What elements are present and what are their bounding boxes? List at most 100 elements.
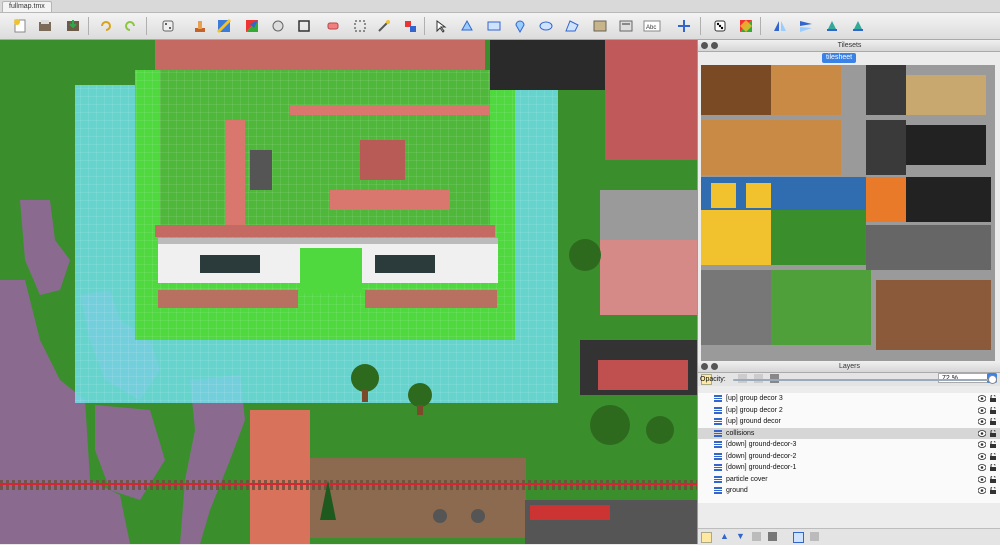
undo-icon[interactable]: [98, 18, 114, 34]
random-mode-icon[interactable]: [160, 18, 176, 34]
opacity-slider[interactable]: [733, 379, 993, 381]
layer-name: [down] ground-decor-3: [726, 441, 797, 448]
close-panel-icon[interactable]: [701, 363, 708, 370]
svg-text:Abc: Abc: [646, 25, 656, 31]
lock-icon[interactable]: [990, 464, 996, 471]
lock-icon[interactable]: [990, 475, 996, 483]
visibility-eye-icon[interactable]: [978, 441, 986, 448]
lock-icon[interactable]: [990, 487, 996, 494]
duplicate-layer-icon[interactable]: [752, 532, 761, 541]
lock-icon[interactable]: [990, 418, 996, 425]
move-icon[interactable]: [676, 18, 692, 34]
layer-row[interactable]: [down] ground-decor-2: [698, 451, 1000, 462]
tilesheet-tab[interactable]: tilesheet: [822, 53, 857, 63]
float-panel-icon[interactable]: [711, 42, 718, 49]
select-objects-icon[interactable]: [434, 18, 450, 34]
layer-name: particle cover: [726, 475, 768, 483]
tile-layer-icon: [714, 464, 722, 471]
visibility-eye-icon[interactable]: [978, 429, 986, 437]
lock-icon[interactable]: [990, 452, 996, 460]
insert-text-icon[interactable]: Abc: [643, 18, 661, 34]
shape-fill-icon[interactable]: [270, 18, 286, 34]
lock-icon[interactable]: [990, 395, 996, 402]
tile-layer-icon: [714, 441, 722, 448]
layer-name: [down] ground-decor-1: [726, 464, 797, 471]
stamp-brush-icon[interactable]: [192, 18, 208, 34]
visibility-eye-icon[interactable]: [978, 464, 986, 471]
layer-properties-icon[interactable]: [793, 532, 804, 543]
opacity-slider-handle[interactable]: [988, 375, 997, 384]
save-icon[interactable]: [65, 18, 81, 34]
opacity-row: Opacity:: [698, 373, 1000, 387]
rotate-left-icon[interactable]: [824, 18, 840, 34]
tile-layer-icon: [714, 406, 722, 414]
lock-icon[interactable]: [990, 406, 996, 414]
layer-row[interactable]: [down] ground-decor-3: [698, 439, 1000, 450]
open-icon[interactable]: [37, 18, 53, 34]
insert-ellipse-icon[interactable]: [538, 18, 554, 34]
tile-layer-icon: [714, 418, 722, 425]
visibility-eye-icon[interactable]: [978, 475, 986, 483]
layer-row[interactable]: ground: [698, 485, 1000, 496]
insert-tile-icon[interactable]: [592, 18, 608, 34]
insert-polygon-icon[interactable]: [564, 18, 580, 34]
layer-row[interactable]: [up] group decor 2: [698, 405, 1000, 416]
layers-footer: ▲ ▼: [698, 528, 1000, 545]
layer-list: [up] group decor 3 [up] group decor 2 [up]…: [698, 393, 1000, 503]
layer-row[interactable]: [up] ground decor: [698, 416, 1000, 427]
tilesets-panel-title: Tilesets: [698, 40, 1000, 52]
insert-point-icon[interactable]: [512, 18, 528, 34]
wang-fill-icon[interactable]: [738, 18, 754, 34]
tileset-canvas[interactable]: [701, 65, 995, 379]
close-panel-icon[interactable]: [701, 42, 708, 49]
flip-horizontal-icon[interactable]: [772, 18, 788, 34]
bucket-fill-icon[interactable]: [244, 18, 260, 34]
raise-layer-icon[interactable]: ▲: [720, 532, 729, 541]
select-same-icon[interactable]: [402, 18, 418, 34]
layer-row[interactable]: collisions: [698, 427, 1000, 439]
right-dock: Tilesets tilesheet Layers Opacity: [up] …: [697, 40, 1000, 545]
random-dice-icon[interactable]: [712, 18, 728, 34]
visibility-eye-icon[interactable]: [978, 395, 986, 402]
layer-name: [up] group decor 3: [726, 395, 783, 402]
eraser-icon[interactable]: [325, 18, 341, 34]
rect-select-icon[interactable]: [352, 18, 368, 34]
redo-icon[interactable]: [122, 18, 138, 34]
opacity-label: Opacity:: [700, 376, 726, 383]
main-toolbar: Abc: [0, 13, 1000, 40]
layer-row[interactable]: particle cover: [698, 474, 1000, 485]
tile-layer-icon: [714, 452, 722, 460]
visibility-eye-icon[interactable]: [978, 406, 986, 414]
rotate-right-icon[interactable]: [850, 18, 866, 34]
edit-polygons-icon[interactable]: [459, 18, 475, 34]
delete-layer-icon[interactable]: [768, 532, 777, 541]
rectangle-icon[interactable]: [296, 18, 312, 34]
visibility-eye-icon[interactable]: [978, 487, 986, 494]
layer-name: [up] group decor 2: [726, 406, 783, 414]
lower-layer-icon[interactable]: ▼: [736, 532, 745, 541]
tile-layer-icon: [714, 487, 722, 494]
magic-wand-icon[interactable]: [376, 18, 392, 34]
tile-layer-icon: [714, 475, 722, 483]
insert-template-icon[interactable]: [618, 18, 634, 34]
map-canvas[interactable]: [0, 40, 697, 544]
float-panel-icon[interactable]: [711, 363, 718, 370]
layer-name: [down] ground-decor-2: [726, 452, 797, 460]
tile-layer-icon: [714, 429, 722, 437]
visibility-eye-icon[interactable]: [978, 452, 986, 460]
insert-rectangle-icon[interactable]: [486, 18, 502, 34]
flip-vertical-icon[interactable]: [798, 18, 814, 34]
visibility-eye-icon[interactable]: [978, 418, 986, 425]
layer-row[interactable]: [down] ground-decor-1: [698, 462, 1000, 473]
new-map-icon[interactable]: [12, 18, 28, 34]
lock-icon[interactable]: [990, 429, 996, 437]
layer-name: ground: [726, 487, 748, 494]
layer-name: collisions: [726, 429, 755, 437]
new-layer-icon[interactable]: [701, 532, 712, 543]
layer-row[interactable]: [up] group decor 3: [698, 393, 1000, 404]
lock-layer-icon[interactable]: [810, 532, 819, 541]
terrain-brush-icon[interactable]: [216, 18, 232, 34]
document-tab[interactable]: fullmap.tmx: [2, 1, 52, 12]
tile-layer-icon: [714, 395, 722, 402]
lock-icon[interactable]: [990, 441, 996, 448]
